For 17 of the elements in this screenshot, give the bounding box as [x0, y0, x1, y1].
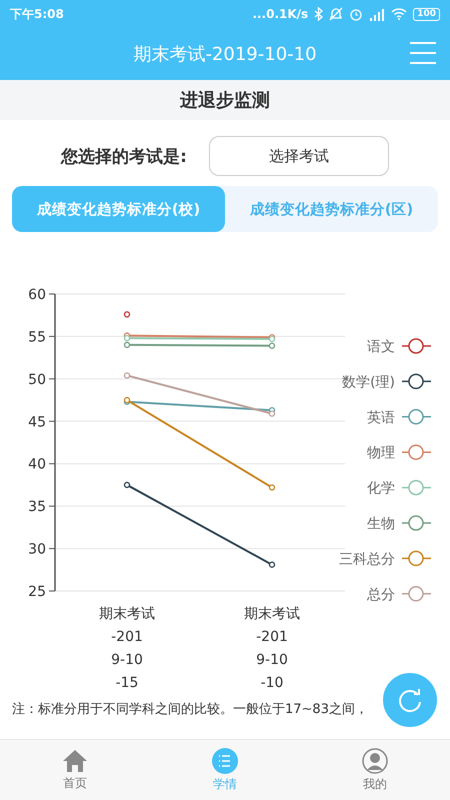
y-tick-label: 55	[28, 329, 46, 346]
y-tick-label: 50	[28, 372, 46, 388]
x-tick-label: 期末考试 -201 9-10 -10	[244, 606, 300, 691]
y-tick-label: 35	[28, 499, 46, 516]
status-time: 下午5:08	[10, 6, 64, 22]
battery-level: 100	[413, 8, 440, 20]
y-tick-label: 40	[28, 456, 46, 473]
section-title: 进退步监测	[180, 89, 270, 112]
y-tick-label: 45	[28, 414, 46, 430]
page-title: 期末考试-2019-10-10	[133, 43, 317, 66]
y-tick-label: 25	[28, 584, 46, 600]
exam-label: 您选择的考试是:	[61, 146, 187, 168]
y-tick-label: 60	[28, 287, 46, 303]
y-tick-label: 30	[28, 542, 46, 558]
network-speed: ...0.1K/s	[252, 7, 308, 21]
note-text: 注：标准分用于不同学科之间的比较。一般位于17~83之间，	[12, 701, 369, 718]
x-tick-label: 期末考试 -201 9-10 -15	[99, 606, 155, 691]
